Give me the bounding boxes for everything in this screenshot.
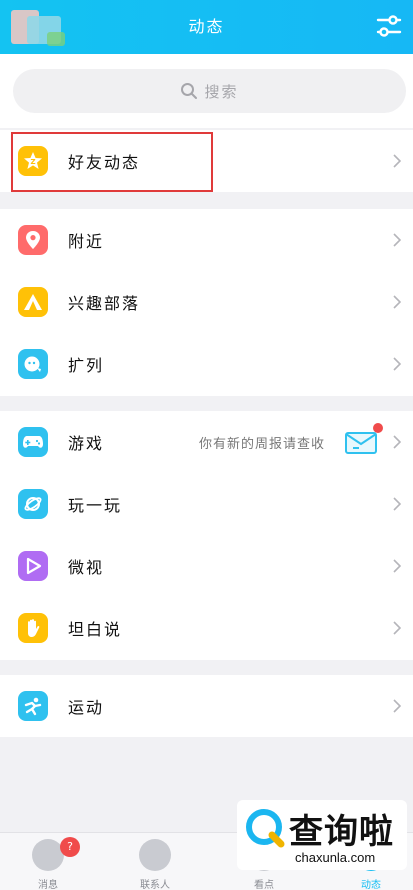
chevron-right-icon bbox=[393, 435, 401, 449]
unread-badge: ? bbox=[60, 837, 80, 857]
highlight-box bbox=[11, 132, 213, 192]
list-item-label: 游戏 bbox=[68, 434, 105, 453]
list-item-nearby[interactable]: 附近 bbox=[0, 209, 413, 271]
chevron-right-icon bbox=[393, 497, 401, 511]
chevron-right-icon bbox=[393, 559, 401, 573]
tab-label: 看点 bbox=[254, 880, 274, 890]
planet-icon bbox=[18, 489, 48, 519]
location-pin-icon bbox=[18, 225, 48, 255]
watermark-brand: 查询啦 bbox=[289, 812, 394, 852]
tab-contacts[interactable]: 联系人 bbox=[110, 833, 200, 890]
message-icon bbox=[32, 839, 64, 871]
play-icon bbox=[18, 551, 48, 581]
filter-settings-icon[interactable] bbox=[375, 12, 403, 40]
list-item-confession[interactable]: 坦白说 bbox=[0, 597, 413, 659]
runner-icon bbox=[18, 691, 48, 721]
search-placeholder: 搜索 bbox=[204, 82, 239, 101]
list-item-label: 运动 bbox=[68, 698, 105, 717]
list-item-interest-tribe[interactable]: 兴趣部落 bbox=[0, 271, 413, 333]
chevron-right-icon bbox=[393, 154, 401, 168]
fun-section: 游戏 你有新的周报请查收 玩一玩 微视 坦白说 bbox=[0, 411, 413, 660]
chevron-right-icon bbox=[393, 699, 401, 713]
page-title: 动态 bbox=[188, 17, 225, 36]
hand-icon bbox=[18, 613, 48, 643]
list-item-play[interactable]: 玩一玩 bbox=[0, 473, 413, 535]
list-item-label: 微视 bbox=[68, 558, 105, 577]
tab-label: 动态 bbox=[361, 880, 381, 890]
watermark-logo-icon bbox=[246, 809, 285, 848]
list-item-games[interactable]: 游戏 你有新的周报请查收 bbox=[0, 411, 413, 473]
list-item-sport[interactable]: 运动 bbox=[0, 675, 413, 737]
discover-section: 附近 兴趣部落 扩列 bbox=[0, 209, 413, 396]
tent-icon bbox=[18, 287, 48, 317]
chevron-right-icon bbox=[393, 295, 401, 309]
tab-label: 联系人 bbox=[140, 880, 170, 890]
contacts-icon bbox=[139, 839, 171, 871]
chevron-right-icon bbox=[393, 233, 401, 247]
list-item-label: 兴趣部落 bbox=[68, 294, 141, 313]
sport-section: 运动 bbox=[0, 675, 413, 737]
list-item-expand-list[interactable]: 扩列 bbox=[0, 333, 413, 395]
tab-messages[interactable]: ? 消息 bbox=[3, 833, 93, 890]
tab-label: 消息 bbox=[38, 880, 58, 890]
list-item-label: 附近 bbox=[68, 232, 105, 251]
chevron-right-icon bbox=[393, 357, 401, 371]
watermark-url: chaxunla.com bbox=[295, 850, 376, 865]
list-item-label: 扩列 bbox=[68, 356, 105, 375]
top-bar: 动态 bbox=[0, 0, 413, 54]
search-icon bbox=[181, 83, 198, 99]
search-input[interactable]: 搜索 bbox=[13, 69, 406, 113]
weekly-report-notice: 你有新的周报请查收 bbox=[198, 436, 325, 452]
gamepad-icon bbox=[18, 427, 48, 457]
notification-dot bbox=[373, 423, 383, 433]
list-item-label: 玩一玩 bbox=[68, 496, 123, 515]
chevron-right-icon bbox=[393, 621, 401, 635]
chat-face-icon bbox=[18, 349, 48, 379]
list-item-label: 坦白说 bbox=[68, 620, 123, 639]
list-item-weishi[interactable]: 微视 bbox=[0, 535, 413, 597]
watermark: 查询啦 chaxunla.com bbox=[237, 800, 407, 870]
envelope-icon[interactable] bbox=[345, 430, 377, 454]
